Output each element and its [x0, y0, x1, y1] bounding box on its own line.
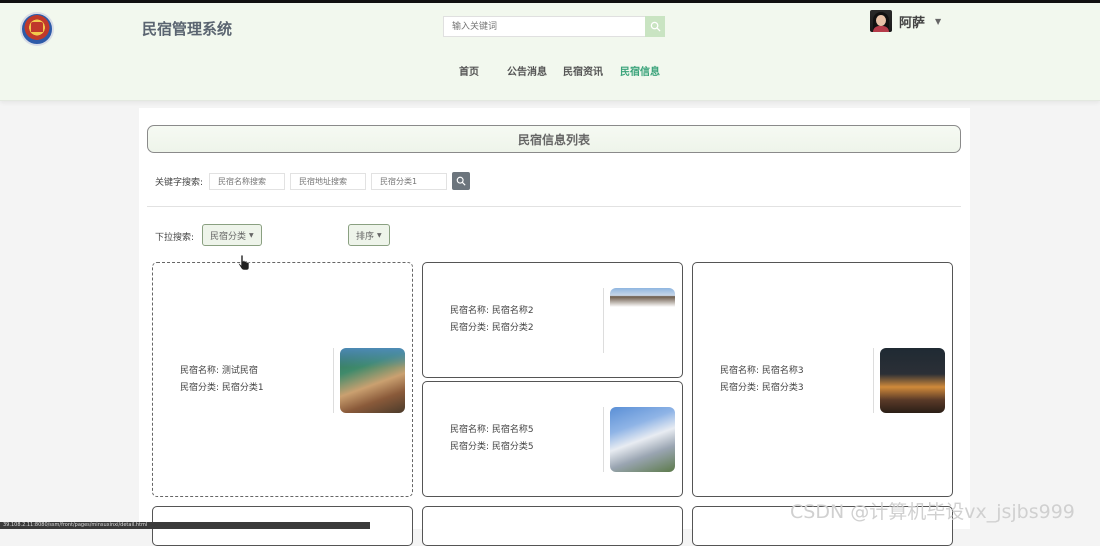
- card-category: 民宿分类1: [221, 383, 264, 393]
- avatar: [870, 10, 892, 32]
- homestay-card[interactable]: [422, 506, 683, 546]
- card-category-label: 民宿分类:: [450, 442, 490, 452]
- site-header: 民宿管理系统 阿萨 ▼ 首页 公告消息 民宿资讯 民宿信息: [0, 3, 1100, 101]
- card-category-label: 民宿分类:: [720, 383, 760, 393]
- card-info: 民宿名称: 民宿名称5 民宿分类: 民宿分类5: [450, 422, 534, 456]
- keyword-search-label: 关键字搜索:: [155, 177, 204, 188]
- header-search-button[interactable]: [645, 16, 665, 37]
- card-name: 民宿名称2: [491, 306, 534, 316]
- username: 阿萨: [899, 15, 926, 31]
- card-info: 民宿名称: 民宿名称2 民宿分类: 民宿分类2: [450, 303, 534, 337]
- card-divider: [333, 348, 334, 413]
- card-category: 民宿分类2: [491, 323, 534, 333]
- card-image[interactable]: [610, 288, 675, 353]
- card-divider: [873, 348, 874, 413]
- keyword-search-row: 关键字搜索:: [155, 171, 471, 191]
- card-name: 民宿名称3: [761, 366, 804, 376]
- category-search-input[interactable]: [371, 172, 448, 190]
- card-image[interactable]: [340, 348, 405, 413]
- status-bar-url: 39.108.2.11:8080/ssm/front/pages/minsuxi…: [0, 522, 370, 529]
- name-search-input[interactable]: [209, 172, 286, 190]
- homestay-card[interactable]: 民宿名称: 测试民宿 民宿分类: 民宿分类1: [152, 262, 413, 497]
- mouse-cursor-icon: [238, 254, 250, 275]
- card-category-label: 民宿分类:: [180, 383, 220, 393]
- nav-item-homestay-info[interactable]: 民宿信息: [620, 63, 660, 78]
- card-category: 民宿分类3: [761, 383, 804, 393]
- nav-item-news[interactable]: 民宿资讯: [563, 63, 603, 78]
- sort-dropdown[interactable]: 排序 ▼: [348, 224, 390, 246]
- card-name-label: 民宿名称:: [450, 425, 490, 435]
- main-nav: 首页 公告消息 民宿资讯 民宿信息: [0, 63, 1100, 81]
- category-dropdown[interactable]: 民宿分类 ▼: [202, 224, 262, 246]
- nav-item-home[interactable]: 首页: [459, 63, 479, 78]
- card-name-label: 民宿名称:: [720, 366, 760, 376]
- card-info: 民宿名称: 测试民宿 民宿分类: 民宿分类1: [180, 363, 264, 397]
- dropdown-search-label: 下拉搜索:: [155, 233, 195, 243]
- list-title: 民宿信息列表: [147, 125, 961, 153]
- card-image[interactable]: [610, 407, 675, 472]
- card-name: 民宿名称5: [491, 425, 534, 435]
- card-name-label: 民宿名称:: [450, 306, 490, 316]
- site-logo[interactable]: [20, 12, 54, 46]
- header-search: [443, 16, 665, 39]
- caret-down-icon: ▼: [935, 16, 942, 26]
- card-category-label: 民宿分类:: [450, 323, 490, 333]
- site-title: 民宿管理系统: [142, 20, 233, 38]
- card-info: 民宿名称: 民宿名称3 民宿分类: 民宿分类3: [720, 363, 804, 397]
- caret-down-icon: ▼: [249, 231, 254, 239]
- user-menu[interactable]: 阿萨 ▼: [870, 9, 941, 33]
- homestay-card[interactable]: 民宿名称: 民宿名称5 民宿分类: 民宿分类5: [422, 381, 683, 497]
- divider: [147, 206, 961, 207]
- category-dropdown-label: 民宿分类: [210, 231, 247, 242]
- card-image[interactable]: [880, 348, 945, 413]
- nav-item-announcements[interactable]: 公告消息: [507, 63, 547, 78]
- homestay-card[interactable]: 民宿名称: 民宿名称3 民宿分类: 民宿分类3: [692, 262, 953, 497]
- homestay-card[interactable]: 民宿名称: 民宿名称2 民宿分类: 民宿分类2: [422, 262, 683, 378]
- card-divider: [603, 407, 604, 472]
- card-name: 测试民宿: [221, 366, 258, 376]
- caret-down-icon: ▼: [377, 231, 382, 239]
- sort-dropdown-label: 排序: [356, 231, 375, 242]
- watermark: CSDN @计算机毕设vx_jsjbs999: [790, 501, 1075, 523]
- address-search-input[interactable]: [290, 172, 367, 190]
- search-icon: [650, 21, 661, 32]
- card-divider: [603, 288, 604, 353]
- header-search-input[interactable]: [443, 16, 645, 37]
- keyword-search-button[interactable]: [452, 172, 471, 190]
- card-name-label: 民宿名称:: [180, 366, 220, 376]
- card-category: 民宿分类5: [491, 442, 534, 452]
- search-icon: [456, 176, 466, 186]
- dropdown-search-row: 下拉搜索: 民宿分类 ▼ 排序 ▼: [155, 224, 955, 246]
